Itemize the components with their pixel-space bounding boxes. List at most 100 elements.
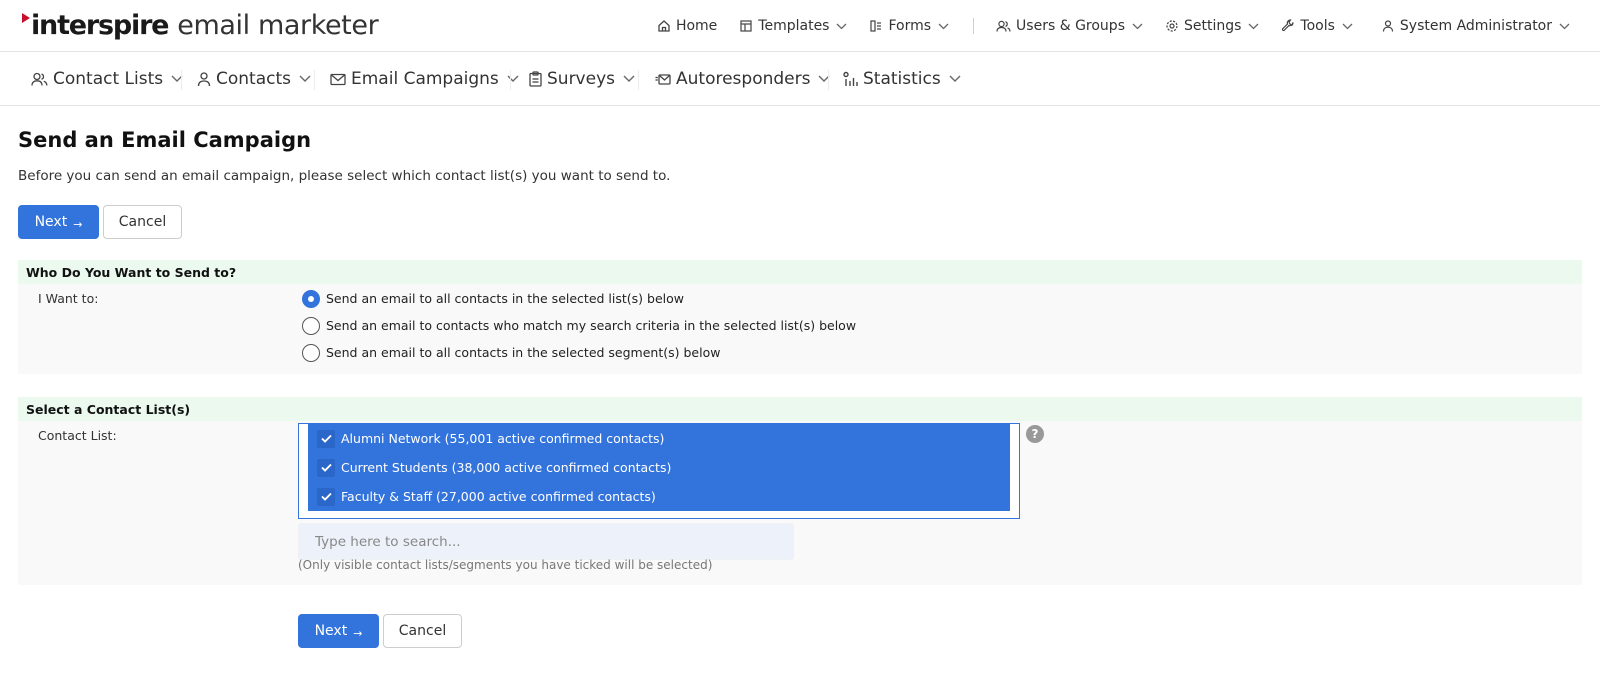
page-description: Before you can send an email campaign, p… <box>18 168 671 184</box>
contact-icon <box>197 72 211 87</box>
next-button-label: Next <box>314 623 348 639</box>
chevron-down-icon <box>837 23 847 29</box>
radio-label: Send an email to all contacts in the sel… <box>326 344 721 360</box>
nav-divider <box>510 70 511 90</box>
help-icon[interactable]: ? <box>1026 425 1044 443</box>
contact-list-item-faculty[interactable]: Faculty & Staff (27,000 active confirmed… <box>308 482 1010 511</box>
nav-email-campaigns[interactable]: Email Campaigns <box>330 52 519 106</box>
contact-lists-icon <box>31 72 48 86</box>
list-item-label: Current Students (38,000 active confirme… <box>341 460 672 475</box>
topnav-settings-label: Settings <box>1183 18 1242 34</box>
logo[interactable]: interspire email marketer <box>22 8 379 42</box>
nav-divider <box>828 70 829 90</box>
checkbox[interactable] <box>317 429 335 448</box>
radio-button[interactable] <box>302 344 320 362</box>
next-button-label: Next <box>34 214 68 230</box>
nav-statistics[interactable]: Statistics <box>843 52 961 106</box>
nav-autoresponders[interactable]: Autoresponders <box>655 52 830 106</box>
topnav-users-groups-label: Users & Groups <box>1016 18 1125 34</box>
chevron-down-icon <box>1559 23 1570 29</box>
topnav-tools-label: Tools <box>1300 18 1335 34</box>
nav-contact-lists-label: Contact Lists <box>53 69 164 89</box>
check-icon <box>320 463 332 472</box>
radio-label: Send an email to all contacts in the sel… <box>326 290 684 306</box>
chevron-down-icon <box>938 23 949 29</box>
topnav-users-groups[interactable]: Users & Groups <box>996 18 1143 34</box>
radio-button[interactable] <box>302 317 320 335</box>
chevron-down-icon <box>1248 23 1259 29</box>
topnav-separator <box>973 18 975 34</box>
topnav-templates[interactable]: Templates <box>739 18 847 34</box>
send-to-section-heading: Who Do You Want to Send to? <box>18 260 1582 284</box>
topnav-settings[interactable]: Settings <box>1165 18 1259 34</box>
topnav-user-menu[interactable]: System Administrator <box>1381 18 1570 34</box>
chevron-down-icon <box>507 75 519 82</box>
nav-divider <box>181 70 182 90</box>
chevron-down-icon <box>1342 23 1353 29</box>
statistics-icon <box>843 71 858 86</box>
chevron-down-icon <box>949 75 961 82</box>
radio-option-all-lists[interactable]: Send an email to all contacts in the sel… <box>302 289 684 308</box>
contact-list-heading-text: Select a Contact List(s) <box>26 401 191 417</box>
top-bar: interspire email marketer Home Templates… <box>0 0 1600 52</box>
contact-list-item-alumni[interactable]: Alumni Network (55,001 active confirmed … <box>308 424 1010 453</box>
next-button-top[interactable]: Next → <box>18 205 99 239</box>
main-nav: Contact Lists Contacts Email Campaigns S… <box>0 52 1600 106</box>
contact-list-select[interactable]: Alumni Network (55,001 active confirmed … <box>298 423 1020 519</box>
nav-contact-lists[interactable]: Contact Lists <box>31 52 183 106</box>
nav-email-campaigns-label: Email Campaigns <box>351 69 499 89</box>
nav-divider <box>638 70 639 90</box>
topnav-templates-label: Templates <box>758 18 830 34</box>
cancel-button-bottom[interactable]: Cancel <box>383 614 462 648</box>
radio-option-search-criteria[interactable]: Send an email to contacts who match my s… <box>302 316 857 335</box>
cancel-button-label: Cancel <box>398 623 447 639</box>
autoresponder-icon <box>655 73 671 85</box>
contact-list-item-students[interactable]: Current Students (38,000 active confirme… <box>308 453 1010 482</box>
forms-icon <box>870 20 882 32</box>
topnav-forms-label: Forms <box>888 18 932 34</box>
contact-list-search-input[interactable] <box>298 523 794 560</box>
clipboard-icon <box>529 71 542 87</box>
logo-brand: interspire <box>31 9 169 41</box>
nav-statistics-label: Statistics <box>863 69 941 89</box>
arrow-right-icon: → <box>353 626 363 640</box>
nav-contacts-label: Contacts <box>216 69 291 89</box>
check-icon <box>320 492 332 501</box>
topnav-home[interactable]: Home <box>657 18 717 34</box>
send-to-label: I Want to: <box>38 291 99 306</box>
templates-icon <box>740 20 752 32</box>
nav-autoresponders-label: Autoresponders <box>676 69 811 89</box>
home-icon <box>658 20 670 32</box>
selection-hint: (Only visible contact lists/segments you… <box>298 558 713 572</box>
radio-label: Send an email to contacts who match my s… <box>326 317 857 333</box>
topnav-home-label: Home <box>675 18 718 34</box>
page-title: Send an Email Campaign <box>18 128 312 152</box>
arrow-right-icon: → <box>73 217 83 231</box>
nav-divider <box>314 70 315 90</box>
list-item-label: Alumni Network (55,001 active confirmed … <box>341 431 665 446</box>
envelope-icon <box>330 73 346 85</box>
radio-button[interactable] <box>302 290 320 308</box>
send-to-heading-text: Who Do You Want to Send to? <box>26 264 237 280</box>
users-icon <box>996 20 1011 32</box>
contact-list-section-heading: Select a Contact List(s) <box>18 397 1582 421</box>
user-icon <box>1382 20 1394 32</box>
nav-contacts[interactable]: Contacts <box>197 52 311 106</box>
logo-mark-icon <box>22 13 30 23</box>
topnav-forms[interactable]: Forms <box>869 18 949 34</box>
gear-icon <box>1166 20 1178 32</box>
wrench-icon <box>1282 19 1295 32</box>
nav-surveys[interactable]: Surveys <box>529 52 635 106</box>
nav-surveys-label: Surveys <box>547 69 615 89</box>
chevron-down-icon <box>1132 23 1143 29</box>
topnav-user-label: System Administrator <box>1399 18 1552 34</box>
next-button-bottom[interactable]: Next → <box>298 614 379 648</box>
checkbox[interactable] <box>317 487 335 506</box>
radio-option-segments[interactable]: Send an email to all contacts in the sel… <box>302 343 721 362</box>
chevron-down-icon <box>299 75 311 82</box>
contact-list-label: Contact List: <box>38 428 117 443</box>
list-item-label: Faculty & Staff (27,000 active confirmed… <box>341 489 656 504</box>
cancel-button-top[interactable]: Cancel <box>103 205 182 239</box>
checkbox[interactable] <box>317 458 335 477</box>
topnav-tools[interactable]: Tools <box>1281 18 1353 34</box>
